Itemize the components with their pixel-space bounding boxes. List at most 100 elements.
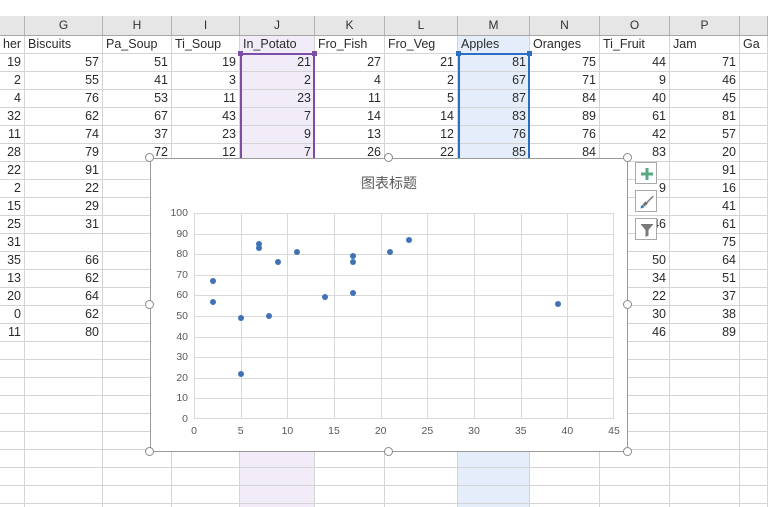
data-cell[interactable] <box>240 468 315 486</box>
data-cell[interactable] <box>740 324 768 342</box>
data-cell[interactable]: 41 <box>103 72 172 90</box>
data-cell[interactable]: 75 <box>530 54 600 72</box>
data-cell[interactable] <box>740 90 768 108</box>
selection-handle-nub[interactable] <box>312 51 317 56</box>
data-cell[interactable]: 44 <box>600 54 670 72</box>
field-name-cell[interactable]: Ti_Soup <box>172 36 240 54</box>
data-cell[interactable] <box>740 342 768 360</box>
data-cell[interactable]: 23 <box>172 126 240 144</box>
data-cell[interactable] <box>315 450 385 468</box>
data-cell[interactable] <box>740 144 768 162</box>
data-cell[interactable] <box>0 486 25 504</box>
data-cell[interactable]: 14 <box>385 108 458 126</box>
data-cell[interactable]: 2 <box>240 72 315 90</box>
data-cell[interactable]: 19 <box>0 54 25 72</box>
data-cell[interactable]: 23 <box>240 90 315 108</box>
data-cell[interactable] <box>25 468 103 486</box>
data-cell[interactable] <box>458 450 530 468</box>
data-cell[interactable]: 57 <box>670 126 740 144</box>
table-row[interactable]: 19 57 51 19 21 27 21 81 75 44 71 <box>0 54 768 72</box>
data-cell[interactable]: 80 <box>25 324 103 342</box>
data-cell[interactable] <box>740 432 768 450</box>
data-cell[interactable] <box>740 180 768 198</box>
field-name-row[interactable]: her Biscuits Pa_Soup Ti_Soup In_Potato Fro_Fi… <box>0 36 768 54</box>
data-cell[interactable] <box>103 450 172 468</box>
data-cell[interactable]: 42 <box>600 126 670 144</box>
data-cell[interactable] <box>530 468 600 486</box>
data-cell[interactable] <box>740 216 768 234</box>
data-cell[interactable]: 16 <box>670 180 740 198</box>
field-name-cell[interactable]: Ga <box>740 36 768 54</box>
table-row[interactable]: 4 76 53 11 23 11 5 87 84 40 45 <box>0 90 768 108</box>
data-cell[interactable]: 62 <box>25 270 103 288</box>
column-header-J[interactable]: J <box>240 16 315 35</box>
data-cell[interactable] <box>740 108 768 126</box>
table-row[interactable]: 11 74 37 23 9 13 12 76 76 42 57 <box>0 126 768 144</box>
data-cell[interactable]: 21 <box>385 54 458 72</box>
data-cell[interactable]: 20 <box>0 288 25 306</box>
data-cell[interactable]: 2 <box>0 72 25 90</box>
chart-side-buttons[interactable] <box>635 162 657 246</box>
data-cell[interactable] <box>172 450 240 468</box>
resize-handle-e[interactable] <box>623 300 632 309</box>
data-cell[interactable] <box>740 486 768 504</box>
resize-handle-sw[interactable] <box>145 447 154 456</box>
data-cell[interactable]: 19 <box>172 54 240 72</box>
data-cell[interactable] <box>103 486 172 504</box>
data-cell[interactable]: 87 <box>458 90 530 108</box>
data-cell[interactable]: 64 <box>670 252 740 270</box>
field-name-cell[interactable]: Biscuits <box>25 36 103 54</box>
data-cell[interactable] <box>240 450 315 468</box>
data-cell[interactable] <box>25 432 103 450</box>
data-cell[interactable]: 71 <box>670 54 740 72</box>
scatter-point[interactable] <box>405 236 412 243</box>
data-cell[interactable] <box>315 486 385 504</box>
table-row[interactable] <box>0 486 768 504</box>
column-header-M[interactable]: M <box>458 16 530 35</box>
table-row[interactable] <box>0 468 768 486</box>
data-cell[interactable] <box>600 486 670 504</box>
data-cell[interactable]: 79 <box>25 144 103 162</box>
chart-filters-button[interactable] <box>635 218 657 240</box>
data-cell[interactable]: 64 <box>25 288 103 306</box>
column-header-G[interactable]: G <box>25 16 103 35</box>
data-cell[interactable]: 62 <box>25 108 103 126</box>
data-cell[interactable] <box>315 468 385 486</box>
scatter-point[interactable] <box>237 370 244 377</box>
data-cell[interactable]: 71 <box>530 72 600 90</box>
data-cell[interactable]: 51 <box>670 270 740 288</box>
data-cell[interactable]: 89 <box>530 108 600 126</box>
data-cell[interactable] <box>103 468 172 486</box>
data-cell[interactable] <box>740 198 768 216</box>
data-cell[interactable] <box>740 306 768 324</box>
data-cell[interactable]: 55 <box>25 72 103 90</box>
data-cell[interactable]: 61 <box>600 108 670 126</box>
data-cell[interactable] <box>0 414 25 432</box>
plot-area[interactable] <box>194 213 614 419</box>
scatter-point[interactable] <box>237 315 244 322</box>
data-cell[interactable]: 3 <box>172 72 240 90</box>
chart-styles-button[interactable] <box>635 190 657 212</box>
data-cell[interactable] <box>740 270 768 288</box>
data-cell[interactable]: 35 <box>0 252 25 270</box>
data-cell[interactable]: 38 <box>670 306 740 324</box>
scatter-point[interactable] <box>209 298 216 305</box>
data-cell[interactable]: 40 <box>600 90 670 108</box>
chart-object[interactable]: 图表标题 0 10 20 30 40 50 60 70 80 90 100 0 5 10 15 20 25 30… <box>150 158 628 452</box>
data-cell[interactable]: 62 <box>25 306 103 324</box>
field-name-cell[interactable]: Pa_Soup <box>103 36 172 54</box>
scatter-point[interactable] <box>349 253 356 260</box>
data-cell[interactable]: 53 <box>103 90 172 108</box>
data-cell[interactable]: 66 <box>25 252 103 270</box>
data-cell[interactable]: 11 <box>0 324 25 342</box>
data-cell[interactable] <box>25 378 103 396</box>
data-cell[interactable]: 74 <box>25 126 103 144</box>
data-cell[interactable]: 4 <box>315 72 385 90</box>
field-name-cell[interactable]: Oranges <box>530 36 600 54</box>
data-cell[interactable] <box>0 450 25 468</box>
data-cell[interactable] <box>25 234 103 252</box>
data-cell[interactable] <box>740 252 768 270</box>
data-cell[interactable] <box>740 162 768 180</box>
selection-handle-nub[interactable] <box>527 51 532 56</box>
table-row[interactable]: 2 55 41 3 2 4 2 67 71 9 46 <box>0 72 768 90</box>
